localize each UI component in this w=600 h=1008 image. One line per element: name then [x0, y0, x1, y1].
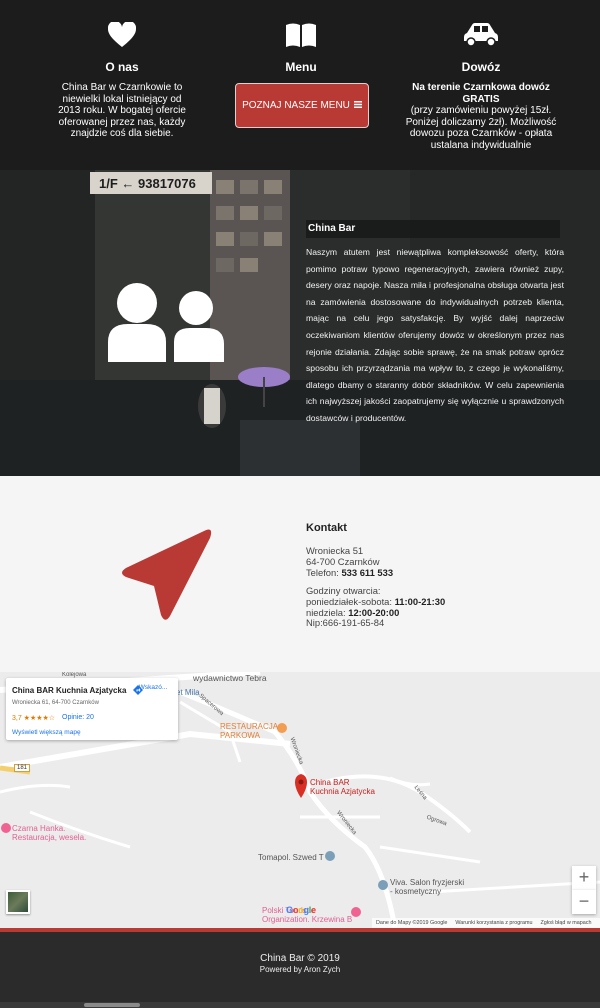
- map-label-viva: Viva. Salon fryzjerski - kosmetyczny: [390, 878, 465, 896]
- map-marker-label[interactable]: China BAR Kuchnia Azjatycka: [310, 778, 375, 796]
- place-name: China BAR Kuchnia Azjatycka: [12, 686, 127, 695]
- location-arrow-icon: [118, 526, 214, 627]
- contact-phone-label: Telefon:: [306, 566, 339, 578]
- map-attribution: Dane do Mapy ©2019 Google Warunki korzys…: [372, 918, 600, 928]
- feature-delivery-title: Dowóz: [461, 60, 501, 74]
- hero-section: 1/F ← 93817076 China Bar Naszym atutem j…: [0, 170, 600, 476]
- footer-copyright: China Bar © 2019: [260, 953, 340, 964]
- about-title: China Bar: [306, 220, 560, 238]
- feature-menu: Menu POZNAJ NASZE MENU: [201, 0, 401, 170]
- map-terms-link[interactable]: Warunki korzystania z programu: [455, 918, 532, 928]
- contact-title: Kontakt: [306, 522, 347, 534]
- map-road-181: 181: [14, 764, 31, 772]
- street-sign-text: 1/F ← 93817076: [99, 176, 196, 191]
- contact-phone-line: Telefon: 533 611 533: [306, 566, 393, 579]
- zoom-in-button[interactable]: +: [572, 866, 596, 890]
- feature-delivery-text: Na terenie Czarnkowa dowóz GRATIS (przy z…: [393, 82, 569, 151]
- map-label-tebra: wydawnictwo Tebra: [193, 673, 267, 683]
- bars-icon: [353, 100, 362, 111]
- features-section: O nas China Bar w Czarnkowie to niewielk…: [0, 0, 600, 170]
- nip-number: Nip:666-191-65-84: [306, 617, 385, 629]
- place-address: Wroniecka 61, 64-700 Czarnków: [12, 700, 99, 706]
- opening-hours: Godziny otwarcia: poniedziałek-sobota: 1…: [306, 585, 446, 629]
- scrollbar-thumb[interactable]: [84, 1003, 140, 1007]
- contact-address: Wroniecka 51 64-700 Czarnków Telefon: 53…: [306, 545, 393, 579]
- feature-delivery: Dowóz Na terenie Czarnkowa dowóz GRATIS(…: [381, 0, 581, 170]
- directions-button[interactable]: Wskazó...: [132, 684, 174, 695]
- sunday-hours: 12:00-20:00: [348, 606, 400, 618]
- menu-button[interactable]: POZNAJ NASZE MENU: [235, 83, 369, 128]
- about-text: Naszym atutem jest niewątpliwa komplekso…: [306, 247, 564, 423]
- feature-about-title: O nas: [105, 60, 139, 74]
- weekdays-hours: 11:00-21:30: [394, 595, 446, 607]
- sunday-label: niedziela:: [306, 606, 346, 618]
- book-icon: [285, 22, 317, 53]
- delivery-free-text: Na terenie Czarnkowa dowóz GRATIS: [412, 82, 550, 105]
- contact-section: Kontakt Wroniecka 51 64-700 Czarnków Tel…: [0, 476, 600, 672]
- delivery-conditions: (przy zamówieniu powyżej 15zł. Poniżej d…: [405, 105, 557, 151]
- place-reviews-link[interactable]: Opinie: 20: [62, 714, 94, 721]
- google-logo: Google: [286, 905, 316, 915]
- map-report-link[interactable]: Zgłoś błąd w mapach: [541, 918, 592, 928]
- footer-powered: Powered by Aron Zych: [259, 965, 341, 974]
- weekdays-label: poniedziałek-sobota:: [306, 595, 392, 607]
- place-rating: 3,7 ★★★★☆: [12, 715, 56, 722]
- zoom-out-button[interactable]: −: [572, 890, 596, 914]
- feature-menu-title: Menu: [285, 60, 317, 74]
- map-label-szwed: Tomapol. Szwed T: [258, 853, 324, 862]
- menu-button-label: POZNAJ NASZE MENU: [242, 100, 350, 111]
- larger-map-link[interactable]: Wyświetl większą mapę: [12, 729, 81, 736]
- map-label-mila: et Mila: [176, 688, 200, 697]
- users-icon: [108, 280, 226, 367]
- satellite-toggle[interactable]: [6, 890, 30, 914]
- about-panel: China Bar Naszym atutem jest niewątpliwa…: [302, 216, 564, 430]
- heart-icon: [107, 20, 137, 53]
- map-data-credit: Dane do Mapy ©2019 Google: [376, 920, 448, 926]
- map-label-hanka: Czarna Hanka. Restauracja, wesela.: [12, 824, 87, 842]
- feature-about: O nas China Bar w Czarnkowie to niewielk…: [22, 0, 222, 170]
- feature-about-text: China Bar w Czarnkowie to niewielki loka…: [58, 82, 186, 139]
- directions-icon: [133, 685, 143, 695]
- footer: China Bar © 2019 Powered by Aron Zych: [0, 932, 600, 1002]
- google-map[interactable]: Kolejowa wydawnictwo Tebra et Mila Space…: [0, 672, 600, 928]
- horizontal-scrollbar[interactable]: [0, 1002, 600, 1008]
- contact-phone[interactable]: 533 611 533: [341, 567, 393, 578]
- map-info-card: China BAR Kuchnia Azjatycka Wroniecka 61…: [6, 678, 178, 740]
- map-label-restauracja: RESTAURACJA PARKOWA: [220, 722, 279, 740]
- car-icon: [463, 22, 499, 53]
